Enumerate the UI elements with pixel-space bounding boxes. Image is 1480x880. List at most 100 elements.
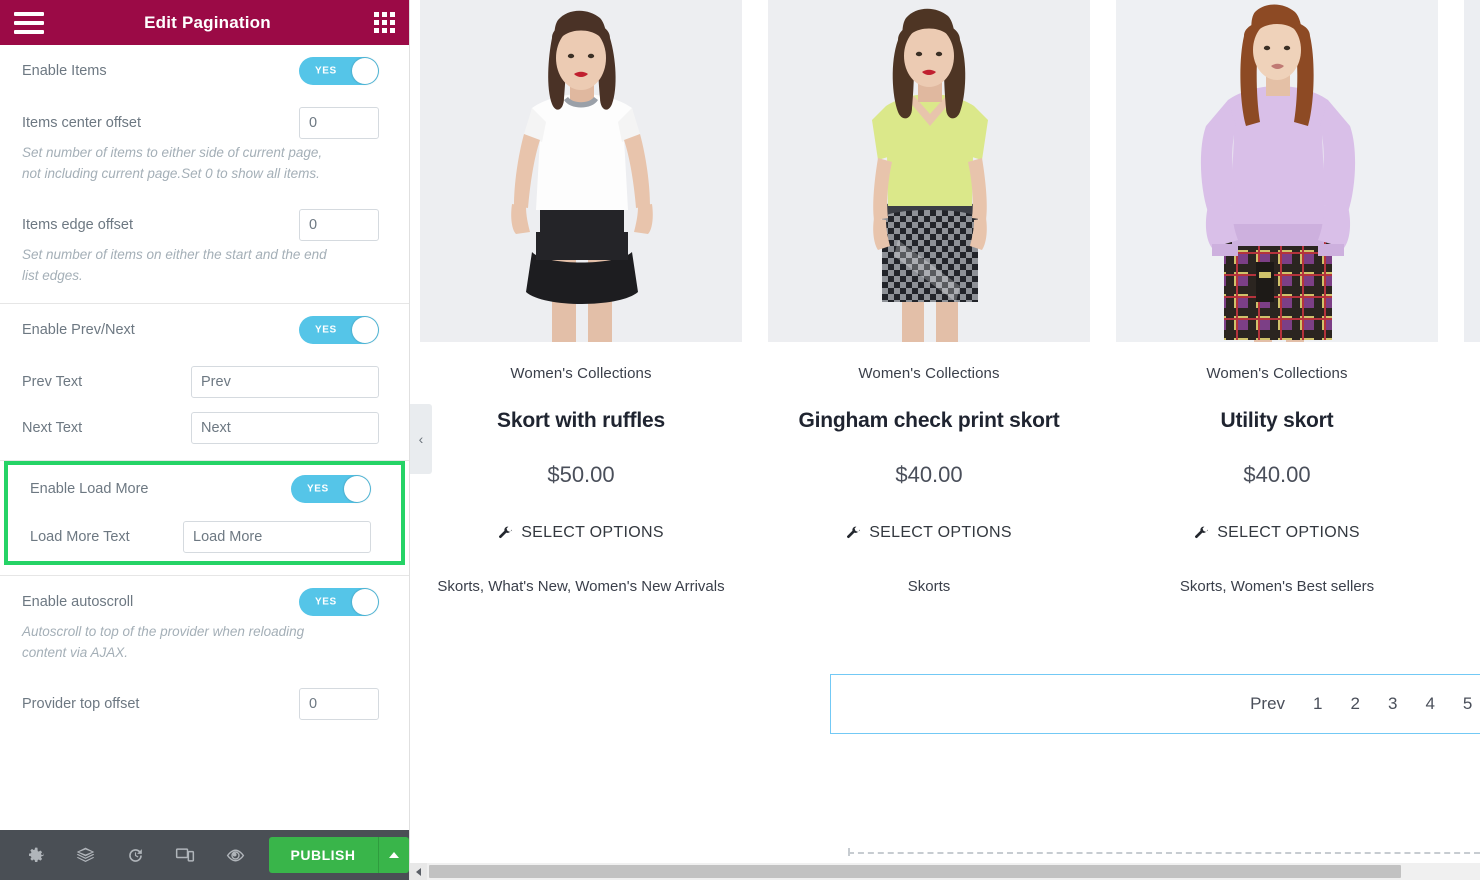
gear-icon[interactable] — [10, 830, 60, 880]
select-options-label: SELECT OPTIONS — [1217, 524, 1360, 541]
product-price: $50.00 — [547, 462, 615, 487]
select-options-button[interactable]: SELECT OPTIONS — [768, 524, 1090, 542]
wrench-icon — [847, 526, 861, 538]
page-title: Edit Pagination — [144, 12, 271, 32]
pagination-page-1[interactable]: 1 — [1299, 675, 1336, 733]
publish-label: PUBLISH — [290, 847, 356, 863]
scrollbar-thumb[interactable] — [429, 865, 1401, 878]
pagination-page-3[interactable]: 3 — [1374, 675, 1411, 733]
control-provider-top-offset: Provider top offset — [0, 678, 409, 730]
control-enable-prev-next: Enable Prev/Next YES — [0, 304, 409, 356]
control-group-load-more-highlighted: Enable Load More YES Load More Text — [4, 460, 405, 565]
chevron-left-icon: ‹ — [418, 431, 424, 447]
next-text-input[interactable] — [191, 411, 379, 444]
product-title[interactable]: Gingham check print skort — [768, 409, 1090, 433]
control-prev-text: Prev Text — [0, 356, 409, 408]
pagination-widget[interactable]: Prev 1 2 3 4 5 6 7 8 9 10 Next Load More — [830, 674, 1480, 734]
toggle-knob — [352, 316, 378, 343]
select-options-label: SELECT OPTIONS — [521, 524, 664, 541]
responsive-icon[interactable] — [160, 830, 210, 880]
product-card[interactable]: Women's Collections Skort with ruffles $… — [420, 0, 742, 601]
control-items-edge-offset: Items edge offset — [0, 199, 409, 251]
products-grid: Women's Collections Skort with ruffles $… — [410, 0, 1480, 601]
items-edge-offset-description: Set number of items on either the start … — [22, 246, 327, 283]
prev-text-input[interactable] — [191, 365, 379, 398]
product-image-partial[interactable] — [1464, 0, 1480, 342]
select-options-label: SELECT OPTIONS — [869, 524, 1012, 541]
product-category: Women's Collections — [858, 365, 1000, 382]
control-label: Provider top offset — [22, 695, 140, 712]
pagination-page-2[interactable]: 2 — [1337, 675, 1374, 733]
control-label: Enable autoscroll — [22, 593, 134, 610]
control-label: Items edge offset — [22, 216, 133, 233]
pagination-page-5[interactable]: 5 — [1449, 675, 1480, 733]
select-options-button[interactable]: SELECT OPTIONS — [1116, 524, 1438, 542]
panel-header: Edit Pagination — [0, 0, 409, 45]
product-card[interactable]: Women's Collections Gingham check print … — [768, 0, 1090, 601]
product-tags: Skorts — [907, 578, 951, 595]
control-load-more-text: Load More Text — [8, 513, 401, 561]
control-group-autoscroll: Enable autoscroll YES Autoscroll to top … — [0, 576, 409, 730]
panel-body: Enable Items YES Items center offset Set… — [0, 45, 409, 830]
enable-load-more-toggle[interactable]: YES — [291, 474, 371, 503]
product-image-skort-with-ruffles[interactable] — [420, 0, 742, 342]
pagination-page-4[interactable]: 4 — [1411, 675, 1448, 733]
control-label: Next Text — [22, 419, 83, 436]
wrench-icon — [1195, 526, 1209, 538]
elementor-settings-panel: Edit Pagination Enable Items YES Items c… — [0, 0, 410, 880]
load-more-text-input[interactable] — [183, 520, 371, 553]
product-price: $40.00 — [1243, 462, 1311, 487]
grid-apps-icon[interactable] — [371, 12, 395, 33]
control-enable-items: Enable Items YES — [0, 45, 409, 97]
section-dashed-outline — [848, 848, 1480, 856]
control-label: Enable Prev/Next — [22, 321, 135, 338]
product-image-gingham-check-print-skort[interactable] — [768, 0, 1090, 342]
preview-eye-icon[interactable] — [210, 830, 260, 880]
product-category: Women's Collections — [510, 365, 652, 382]
toggle-state-label: YES — [315, 324, 337, 336]
editor-canvas: Women's Collections Skort with ruffles $… — [410, 0, 1480, 880]
control-label: Items center offset — [22, 115, 142, 131]
hamburger-icon[interactable] — [14, 11, 44, 34]
control-label: Prev Text — [22, 373, 83, 390]
autoscroll-description: Autoscroll to top of the provider when r… — [22, 623, 305, 660]
toggle-knob — [352, 58, 378, 84]
control-label: Enable Load More — [30, 480, 149, 497]
product-tags: Skorts, What's New, Women's New Arrivals — [437, 578, 725, 595]
product-image-utility-skort[interactable] — [1116, 0, 1438, 342]
panel-collapse-handle[interactable]: ‹ — [410, 404, 432, 474]
product-price: $40.00 — [895, 462, 963, 487]
product-title[interactable]: Utility skort — [1116, 409, 1438, 433]
history-icon[interactable] — [110, 830, 160, 880]
layers-icon[interactable] — [60, 830, 110, 880]
toggle-state-label: YES — [307, 483, 329, 495]
caret-up-icon[interactable] — [377, 837, 410, 873]
provider-top-offset-input[interactable] — [299, 687, 379, 720]
enable-items-toggle[interactable]: YES — [299, 57, 379, 85]
control-next-text: Next Text — [0, 408, 409, 460]
items-edge-offset-input[interactable] — [299, 208, 379, 241]
product-card-partial[interactable] — [1464, 0, 1480, 342]
product-category: Women's Collections — [1206, 365, 1348, 382]
toggle-state-label: YES — [315, 596, 337, 608]
publish-button[interactable]: PUBLISH — [268, 837, 410, 873]
control-group-items: Enable Items YES Items center offset Set… — [0, 45, 409, 303]
control-label: Load More Text — [30, 528, 130, 545]
items-center-offset-input[interactable] — [299, 107, 379, 139]
product-tags: Skorts, Women's Best sellers — [1179, 578, 1375, 595]
select-options-button[interactable]: SELECT OPTIONS — [420, 524, 742, 542]
toggle-state-label: YES — [315, 65, 337, 77]
product-title[interactable]: Skort with ruffles — [420, 409, 742, 433]
items-center-offset-description: Set number of items to either side of cu… — [22, 145, 323, 181]
enable-prev-next-toggle[interactable]: YES — [299, 315, 379, 344]
horizontal-scrollbar[interactable] — [410, 863, 1480, 880]
wrench-icon — [499, 526, 513, 538]
toggle-knob — [344, 475, 370, 502]
scroll-left-arrow-icon[interactable] — [410, 863, 427, 880]
control-enable-autoscroll: Enable autoscroll YES — [0, 576, 409, 628]
control-label: Enable Items — [22, 63, 107, 79]
enable-autoscroll-toggle[interactable]: YES — [299, 587, 379, 616]
pagination-links: Prev 1 2 3 4 5 6 7 8 9 10 Next — [1236, 675, 1480, 733]
pagination-prev[interactable]: Prev — [1236, 675, 1299, 733]
product-card[interactable]: Women's Collections Utility skort $40.00… — [1116, 0, 1438, 601]
